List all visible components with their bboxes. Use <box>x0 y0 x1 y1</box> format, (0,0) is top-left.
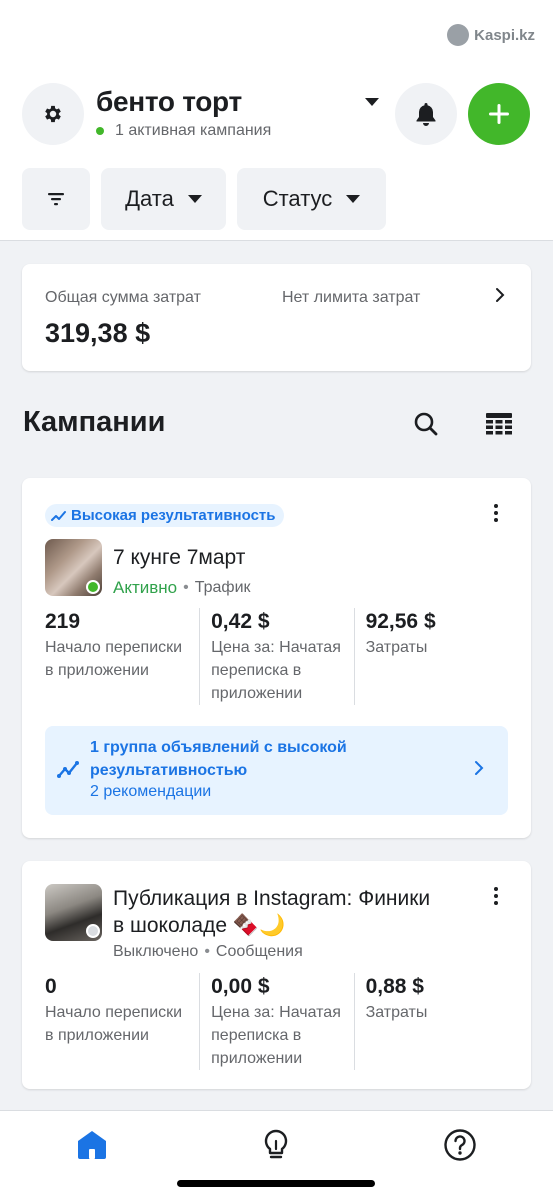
metric-value: 0 <box>45 975 57 998</box>
inactive-status-dot <box>86 924 100 938</box>
campaign-objective: Трафик <box>194 579 251 596</box>
date-filter-dropdown[interactable]: Дата <box>101 168 226 230</box>
recommendation-subtitle: 2 рекомендации <box>90 783 212 800</box>
metric-cost-per-result: 0,42 $ Цена за: Начатая переписка в прил… <box>199 608 353 705</box>
metric-conversations: 0 Начало переписки в приложении <box>45 973 199 1070</box>
tab-recommendations[interactable] <box>256 1125 296 1165</box>
metric-label: Начало переписки в приложении <box>45 639 183 679</box>
watermark-text: Kaspi.kz <box>474 26 535 44</box>
recommendation-title: 1 группа объявлений с высокой результати… <box>90 739 347 779</box>
plus-icon <box>489 104 509 124</box>
campaign-metrics: 219 Начало переписки в приложении 0,42 $… <box>45 608 508 705</box>
account-status: 1 активная кампания <box>96 122 271 140</box>
active-status-dot <box>86 580 100 594</box>
metric-spend: 92,56 $ Затраты <box>353 608 508 705</box>
filter-button[interactable] <box>22 168 90 230</box>
high-performance-badge: Высокая результативность <box>45 504 284 527</box>
badge-label: Высокая результативность <box>71 507 276 524</box>
campaign-meta: Активно • Трафик <box>113 578 251 597</box>
kaspi-logo-icon <box>447 24 470 46</box>
metric-label: Цена за: Начатая переписка в приложении <box>211 1004 341 1067</box>
campaign-objective: Сообщения <box>215 943 303 960</box>
metric-label: Затраты <box>365 1004 428 1021</box>
more-options-icon[interactable] <box>493 887 499 905</box>
status-filter-dropdown[interactable]: Статус <box>237 168 386 230</box>
spend-limit-label: Нет лимита затрат <box>282 289 421 306</box>
metric-cost-per-result: 0,00 $ Цена за: Начатая переписка в прил… <box>199 973 353 1070</box>
table-view-button[interactable] <box>468 393 530 455</box>
watermark: Kaspi.kz <box>447 24 535 46</box>
campaign-meta: Выключено • Сообщения <box>113 943 303 960</box>
metric-value: 219 <box>45 610 81 633</box>
metric-conversations: 219 Начало переписки в приложении <box>45 608 199 705</box>
campaign-status: Активно <box>113 578 178 597</box>
gear-icon <box>45 105 61 123</box>
campaign-card[interactable]: Публикация в Instagram: Финики в шоколад… <box>22 861 531 1089</box>
trend-up-icon <box>51 510 66 521</box>
chevron-down-icon <box>346 195 361 203</box>
home-indicator <box>177 1180 375 1187</box>
chevron-right-icon <box>495 287 505 308</box>
account-switch-caret-icon[interactable] <box>365 98 379 106</box>
campaign-name: Публикация в Instagram: Финики в шоколад… <box>113 887 431 937</box>
home-icon <box>78 1131 106 1159</box>
total-spend-label: Общая сумма затрат <box>45 289 201 306</box>
metric-value: 0,00 $ <box>211 975 270 998</box>
spend-summary-card[interactable]: Общая сумма затрат 319,38 $ Нет лимита з… <box>22 264 531 371</box>
create-campaign-button[interactable] <box>468 83 530 145</box>
campaign-name: 7 кунге 7март <box>113 546 246 569</box>
metric-value: 0,88 $ <box>365 975 424 998</box>
campaign-metrics: 0 Начало переписки в приложении 0,00 $ Ц… <box>45 973 508 1070</box>
filter-icon <box>48 193 64 206</box>
table-icon <box>486 413 512 435</box>
settings-button[interactable] <box>22 83 84 145</box>
lightbulb-icon <box>264 1129 288 1159</box>
date-filter-label: Дата <box>125 186 174 211</box>
metric-spend: 0,88 $ Затраты <box>353 973 508 1070</box>
campaign-card[interactable]: Высокая результативность 7 кунге 7март А… <box>22 478 531 838</box>
metric-value: 92,56 $ <box>365 610 436 633</box>
bell-icon <box>416 103 436 126</box>
more-options-icon[interactable] <box>493 504 499 522</box>
help-icon <box>444 1129 476 1161</box>
chevron-right-icon <box>474 759 484 782</box>
campaign-status: Выключено <box>113 943 199 960</box>
active-dot-icon <box>96 127 104 135</box>
notifications-button[interactable] <box>395 83 457 145</box>
campaigns-heading: Кампании <box>23 406 166 438</box>
status-filter-label: Статус <box>262 186 333 211</box>
account-status-text: 1 активная кампания <box>115 122 272 139</box>
chevron-down-icon <box>187 195 202 203</box>
search-icon <box>414 412 438 436</box>
total-spend-value: 319,38 $ <box>45 318 151 348</box>
account-name[interactable]: бенто торт <box>96 86 242 118</box>
metric-label: Цена за: Начатая переписка в приложении <box>211 639 341 702</box>
metric-value: 0,42 $ <box>211 610 270 633</box>
recommendation-banner[interactable]: 1 группа объявлений с высокой результати… <box>45 726 508 815</box>
trend-up-icon <box>57 761 79 778</box>
tab-home[interactable] <box>72 1125 112 1165</box>
tab-help[interactable] <box>440 1125 480 1165</box>
metric-label: Начало переписки в приложении <box>45 1004 183 1044</box>
metric-label: Затраты <box>365 639 428 656</box>
search-button[interactable] <box>395 393 457 455</box>
